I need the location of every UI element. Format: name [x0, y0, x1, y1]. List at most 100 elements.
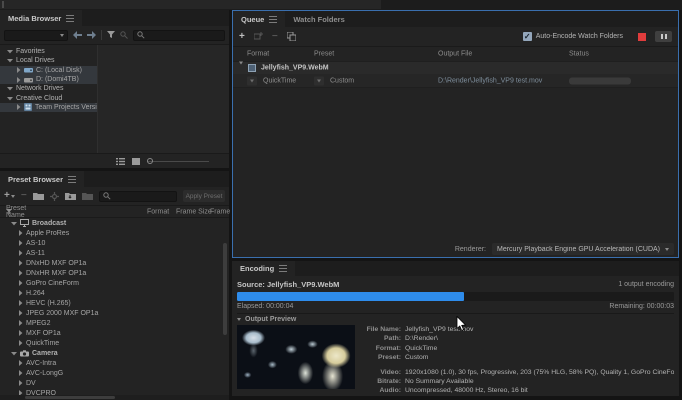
chevron-right-icon[interactable]	[18, 260, 23, 266]
tree-item[interactable]: Camera	[0, 348, 229, 358]
tree-item[interactable]: D: (Domi4TB)	[0, 75, 97, 84]
tree-item[interactable]: GoPro CineForm	[0, 278, 229, 288]
chevron-right-icon[interactable]	[18, 370, 23, 376]
chevron-right-icon[interactable]	[16, 67, 21, 73]
chevron-right-icon[interactable]	[18, 360, 23, 366]
tree-item[interactable]: JPEG 2000 MXF OP1a	[0, 308, 229, 318]
thumbnail-view-icon[interactable]	[132, 158, 140, 165]
tree-item[interactable]: C: (Local Disk)	[0, 66, 97, 75]
duplicate-icon[interactable]	[287, 32, 296, 41]
chevron-down-icon[interactable]	[7, 49, 13, 54]
output-preview-header[interactable]: Output Preview	[237, 313, 674, 323]
tree-item[interactable]: AVC-LongG	[0, 368, 229, 378]
tab-encoding[interactable]: Encoding	[232, 261, 295, 276]
filter-icon[interactable]	[107, 31, 115, 39]
new-group-icon[interactable]	[33, 192, 44, 200]
media-search-input[interactable]	[133, 30, 225, 41]
add-output-icon[interactable]	[254, 32, 263, 41]
format-value[interactable]: QuickTime	[263, 77, 296, 84]
tree-item[interactable]: Local Drives	[0, 56, 97, 65]
thumbnail-size-slider[interactable]	[147, 158, 209, 165]
tree-item[interactable]: DVCPRO	[0, 388, 229, 395]
chevron-right-icon[interactable]	[18, 290, 23, 296]
auto-encode-control[interactable]: ✓ Auto-Encode Watch Folders	[523, 32, 623, 41]
preset-value[interactable]: Custom	[330, 77, 354, 84]
preset-search-input[interactable]	[99, 191, 177, 202]
tree-item[interactable]: Network Drives	[0, 84, 97, 93]
tree-item[interactable]: MXF OP1a	[0, 328, 229, 338]
chevron-right-icon[interactable]	[18, 240, 23, 246]
column-preset-name[interactable]: Preset Name	[6, 209, 12, 215]
tree-item[interactable]: QuickTime	[0, 338, 229, 348]
slider-knob[interactable]	[147, 158, 153, 164]
chevron-down-icon[interactable]	[7, 58, 13, 63]
tree-item[interactable]: Apple ProRes	[0, 228, 229, 238]
chevron-down-icon[interactable]	[7, 86, 13, 91]
preset-settings-icon[interactable]	[50, 192, 59, 201]
chevron-right-icon[interactable]	[18, 310, 23, 316]
chevron-right-icon[interactable]	[18, 270, 23, 276]
chevron-down-icon[interactable]	[239, 65, 243, 72]
tree-item[interactable]: DV	[0, 378, 229, 388]
tree-item[interactable]: AS-10	[0, 238, 229, 248]
panel-menu-icon[interactable]	[279, 265, 287, 272]
tree-item[interactable]: MPEG2	[0, 318, 229, 328]
back-icon[interactable]	[73, 31, 82, 39]
tree-item[interactable]: Team Projects Versions	[0, 103, 97, 112]
chevron-right-icon[interactable]	[16, 104, 21, 110]
tab-watch-folders[interactable]: Watch Folders	[285, 11, 352, 27]
tab-queue[interactable]: Queue	[233, 11, 285, 27]
tree-item[interactable]: Broadcast	[0, 218, 229, 228]
column-frame-size[interactable]: Frame Size	[176, 208, 212, 215]
chevron-right-icon[interactable]	[18, 280, 23, 286]
column-status[interactable]: Status	[569, 51, 589, 58]
auto-encode-checkbox[interactable]: ✓	[523, 32, 532, 41]
pause-button[interactable]	[655, 31, 672, 42]
renderer-dropdown[interactable]: Mercury Playback Engine GPU Acceleration…	[492, 243, 674, 255]
delete-preset-icon[interactable]: −	[21, 191, 27, 201]
chevron-right-icon[interactable]	[18, 250, 23, 256]
tree-item[interactable]: H.264	[0, 288, 229, 298]
column-preset[interactable]: Preset	[314, 51, 334, 58]
apply-preset-button[interactable]: Apply Preset	[183, 190, 225, 202]
forward-icon[interactable]	[87, 31, 96, 39]
column-format[interactable]: Format	[147, 208, 169, 215]
chevron-right-icon[interactable]	[18, 380, 23, 386]
panel-menu-icon[interactable]	[66, 15, 74, 22]
list-view-icon[interactable]	[116, 158, 125, 165]
tree-item[interactable]: Creative Cloud	[0, 93, 97, 102]
tree-item[interactable]: DNxHD MXF OP1a	[0, 258, 229, 268]
add-source-icon[interactable]: +	[239, 32, 245, 42]
chevron-right-icon[interactable]	[18, 230, 23, 236]
chevron-down-icon[interactable]	[7, 96, 13, 101]
column-frame-rate[interactable]: Frame	[210, 208, 230, 215]
tab-preset-browser[interactable]: Preset Browser	[0, 171, 84, 187]
create-preset-icon[interactable]: +	[4, 191, 15, 201]
preset-dropdown[interactable]	[314, 76, 324, 85]
chevron-right-icon[interactable]	[16, 77, 21, 83]
tree-item[interactable]: DNxHR MXF OP1a	[0, 268, 229, 278]
queue-output-row[interactable]: QuickTime Custom D:\Render\Jellyfish_VP9…	[233, 74, 678, 88]
chevron-right-icon[interactable]	[18, 320, 23, 326]
chevron-down-icon[interactable]	[11, 221, 17, 226]
panel-menu-icon[interactable]	[68, 176, 76, 183]
tree-item[interactable]: Favorites	[0, 47, 97, 56]
media-source-dropdown[interactable]	[4, 30, 68, 41]
import-preset-icon[interactable]	[65, 192, 76, 200]
search-toggle-icon[interactable]	[120, 31, 128, 39]
output-file-link[interactable]: D:\Render\Jellyfish_VP9 test.mov	[438, 77, 542, 84]
format-dropdown[interactable]	[247, 76, 257, 85]
chevron-right-icon[interactable]	[18, 300, 23, 306]
column-output-file[interactable]: Output File	[438, 51, 472, 58]
preset-horizontal-scrollbar[interactable]	[0, 395, 229, 400]
chevron-right-icon[interactable]	[18, 330, 23, 336]
chevron-down-icon[interactable]	[11, 351, 17, 356]
queue-group-row[interactable]: Jellyfish_VP9.WebM	[233, 62, 678, 74]
export-preset-icon[interactable]	[82, 192, 93, 200]
chevron-right-icon[interactable]	[18, 340, 23, 346]
tab-media-browser[interactable]: Media Browser	[0, 10, 82, 26]
tree-item[interactable]: AVC-Intra	[0, 358, 229, 368]
tree-item[interactable]: AS-11	[0, 248, 229, 258]
preset-vertical-scrollbar[interactable]	[223, 243, 227, 335]
remove-icon[interactable]: −	[272, 32, 278, 42]
